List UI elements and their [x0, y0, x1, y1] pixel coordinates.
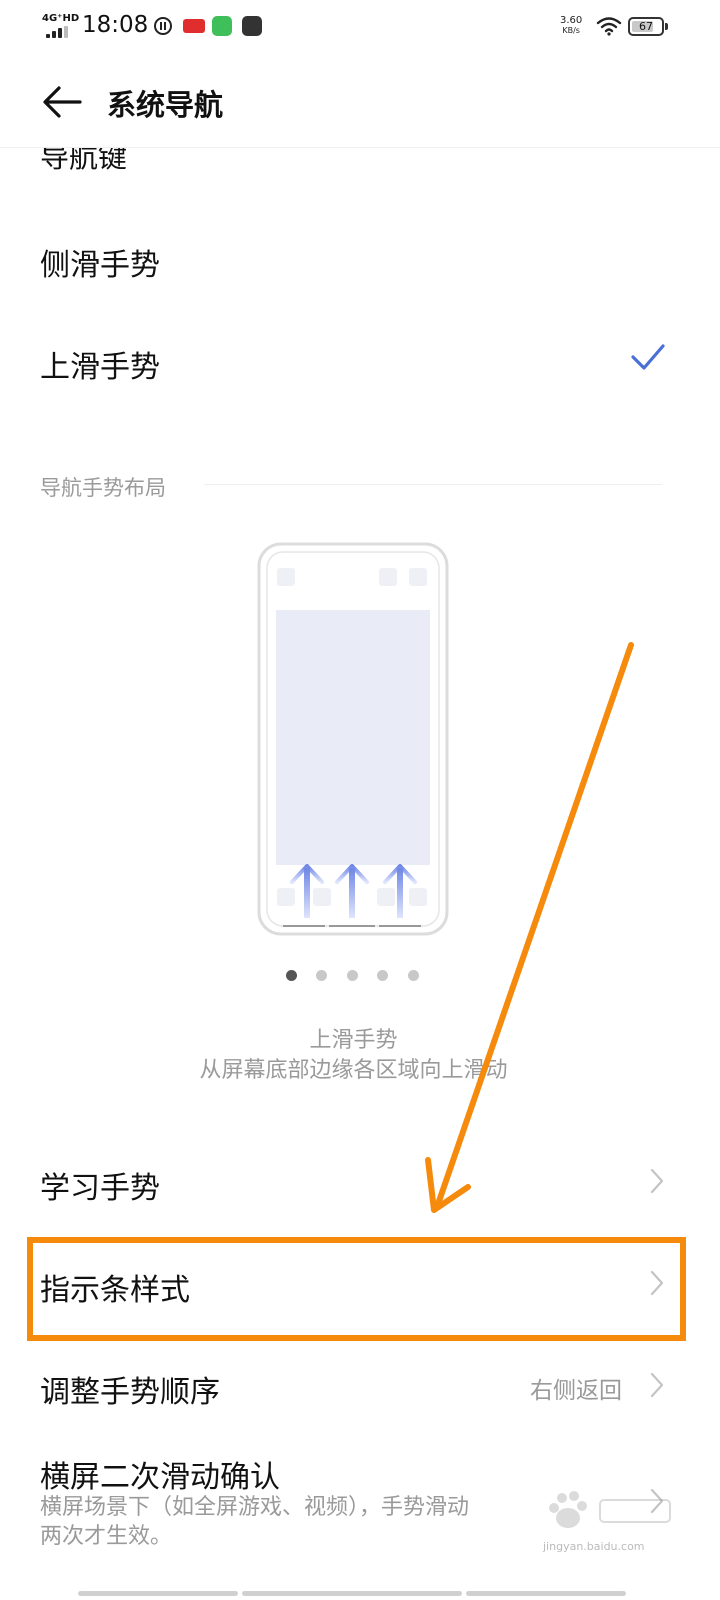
nav-option-label: 侧滑手势 — [40, 248, 160, 283]
nav-option-label: 上滑手势 — [40, 350, 160, 385]
gesture-order-label: 调整手势顺序 — [40, 1375, 220, 1410]
battery-level: 67 — [639, 20, 653, 33]
back-arrow-icon[interactable] — [40, 84, 84, 120]
baidu-paw-icon — [549, 1491, 671, 1528]
battery-icon: 67 — [628, 17, 668, 36]
jingdong-app-icon — [212, 16, 232, 36]
section-title: 导航手势布局 — [40, 476, 166, 500]
speed-unit: KB/s — [562, 26, 580, 35]
annotation-highlight-box — [27, 1237, 686, 1341]
wifi-icon — [596, 17, 622, 36]
landscape-confirm-description-2: 两次才生效。 — [40, 1524, 173, 1549]
speed-value: 3.60 — [560, 15, 583, 26]
landscape-confirm-label: 横屏二次滑动确认 — [40, 1460, 280, 1495]
learn-gesture-row[interactable]: 学习手势 — [0, 1131, 720, 1231]
section-divider — [204, 484, 662, 485]
learn-gesture-label: 学习手势 — [40, 1171, 160, 1206]
page-dot[interactable] — [286, 970, 297, 981]
checkmark-icon — [631, 344, 665, 370]
gesture-bar-segment — [242, 1591, 462, 1596]
page-dot[interactable] — [316, 970, 327, 981]
page-dot[interactable] — [377, 970, 388, 981]
landscape-confirm-description: 横屏场景下（如全屏游戏、视频），手势滑动 — [40, 1495, 470, 1520]
chevron-right-icon — [650, 1372, 664, 1398]
nav-option-side-swipe[interactable]: 侧滑手势 — [0, 208, 720, 308]
page-indicator[interactable] — [286, 970, 426, 982]
toutiao-app-icon — [183, 19, 205, 33]
illustration-description: 从屏幕底部边缘各区域向上滑动 — [199, 1058, 508, 1083]
gesture-bar-segment — [466, 1591, 626, 1596]
status-bar: 4G⁺HD 18:08 3.60 KB/s 67 — [0, 0, 720, 56]
nav-option-swipe-up[interactable]: 上滑手势 — [0, 310, 720, 410]
gesture-illustration — [257, 542, 449, 936]
header: 系统导航 — [0, 56, 720, 148]
signal-icon — [46, 26, 72, 38]
page-dot[interactable] — [347, 970, 358, 981]
gesture-bar-segment — [78, 1591, 238, 1596]
chevron-right-icon — [650, 1168, 664, 1194]
gesture-order-value: 右侧返回 — [530, 1378, 622, 1404]
network-indicator: 4G⁺HD — [42, 13, 80, 24]
page-title: 系统导航 — [107, 88, 224, 122]
network-speed: 3.60 KB/s — [560, 16, 582, 36]
eco-icon — [153, 16, 173, 36]
page-dot[interactable] — [408, 970, 419, 981]
watermark-text: jingyan.baidu.com — [543, 1540, 645, 1553]
status-time: 18:08 — [82, 12, 149, 38]
illustration-title: 上滑手势 — [309, 1028, 398, 1053]
shop-app-icon — [242, 16, 262, 36]
